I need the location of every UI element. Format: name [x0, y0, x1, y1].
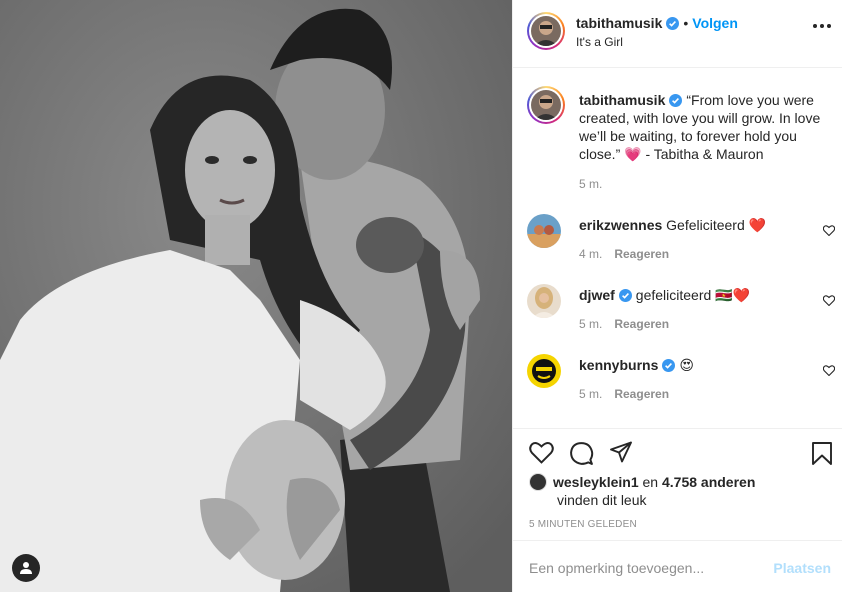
commenter-avatar[interactable] [527, 354, 561, 388]
comment: djwef gefeliciteerd 🇸🇷❤️ [579, 286, 819, 304]
comment-meta: 5 m. Reageren [579, 387, 669, 401]
comment-username[interactable]: djwef [579, 287, 615, 303]
comment-icon[interactable] [569, 441, 594, 466]
caption-username[interactable]: tabithamusik [579, 92, 665, 108]
add-comment-bar: Een opmerking toevoegen... Plaatsen [513, 540, 842, 592]
comment: erikzwennes Gefeliciteerd ❤️ [579, 216, 819, 234]
comment-meta: 4 m. Reageren [579, 247, 669, 261]
comment-time[interactable]: 4 m. [579, 247, 602, 261]
heart-icon[interactable] [823, 295, 835, 306]
post-side-panel: tabithamusik • Volgen It's a Girl tabitham… [512, 0, 842, 592]
author-username[interactable]: tabithamusik [576, 15, 662, 31]
post-location[interactable]: It's a Girl [576, 35, 623, 49]
user-tag-button[interactable] [12, 554, 40, 582]
heart-icon[interactable] [823, 365, 835, 376]
comment-meta: 5 m. Reageren [579, 317, 669, 331]
avatar-image [527, 284, 561, 318]
comment-username[interactable]: kennyburns [579, 357, 658, 373]
follow-button[interactable]: Volgen [692, 15, 738, 31]
reply-button[interactable]: Reageren [614, 387, 669, 401]
heart-icon[interactable] [823, 225, 835, 236]
commenter-avatar[interactable] [527, 214, 561, 248]
likes-count[interactable]: 4.758 anderen [662, 474, 755, 490]
liker-avatar[interactable] [529, 473, 547, 491]
reply-button[interactable]: Reageren [614, 247, 669, 261]
post-caption: tabithamusik “From love you were created,… [579, 91, 833, 163]
avatar-image [531, 90, 561, 120]
comment-time[interactable]: 5 m. [579, 387, 602, 401]
share-icon[interactable] [609, 441, 633, 463]
verified-badge-icon [662, 359, 676, 372]
comment: kennyburns 😍 [579, 356, 819, 374]
verified-badge-icon [618, 289, 632, 302]
post-comment-button[interactable]: Plaatsen [773, 560, 831, 576]
heart-icon[interactable] [529, 441, 554, 464]
author-avatar[interactable] [527, 12, 565, 50]
post-photo[interactable] [0, 0, 512, 592]
comment-text: Gefeliciteerd ❤️ [666, 217, 767, 233]
likes-suffix: vinden dit leuk [557, 492, 647, 508]
separator-dot: • [683, 15, 689, 31]
verified-badge-icon [669, 94, 683, 107]
comment-input[interactable]: Een opmerking toevoegen... [529, 560, 704, 576]
reply-button[interactable]: Reageren [614, 317, 669, 331]
comment-text: 😍 [679, 357, 694, 373]
comment-time[interactable]: 5 m. [579, 317, 602, 331]
caption-time[interactable]: 5 m. [579, 177, 602, 191]
verified-badge-icon [666, 17, 680, 30]
more-options-icon[interactable] [813, 24, 831, 28]
comment-text: gefeliciteerd 🇸🇷❤️ [635, 287, 751, 303]
commenter-avatar[interactable] [527, 284, 561, 318]
avatar-image [527, 354, 561, 388]
bookmark-icon[interactable] [811, 441, 833, 466]
avatar-image [527, 214, 561, 248]
likes-connector: en [642, 474, 659, 490]
post-actions: wesleyklein1 en 4.758 anderen vinden dit… [513, 428, 842, 540]
avatar-image [531, 16, 561, 46]
likes-summary: wesleyklein1 en 4.758 anderen vinden dit… [529, 473, 755, 509]
header-title-row: tabithamusik • Volgen [576, 15, 738, 33]
instagram-post: tabithamusik • Volgen It's a Girl tabitham… [0, 0, 842, 592]
post-header: tabithamusik • Volgen It's a Girl [513, 0, 842, 68]
caption-avatar[interactable] [527, 86, 565, 124]
liker-username[interactable]: wesleyklein1 [553, 474, 639, 490]
user-tag-icon [20, 562, 32, 574]
photo-image [0, 0, 512, 592]
comment-username[interactable]: erikzwennes [579, 217, 662, 233]
post-timestamp[interactable]: 5 MINUTEN GELEDEN [529, 519, 637, 530]
